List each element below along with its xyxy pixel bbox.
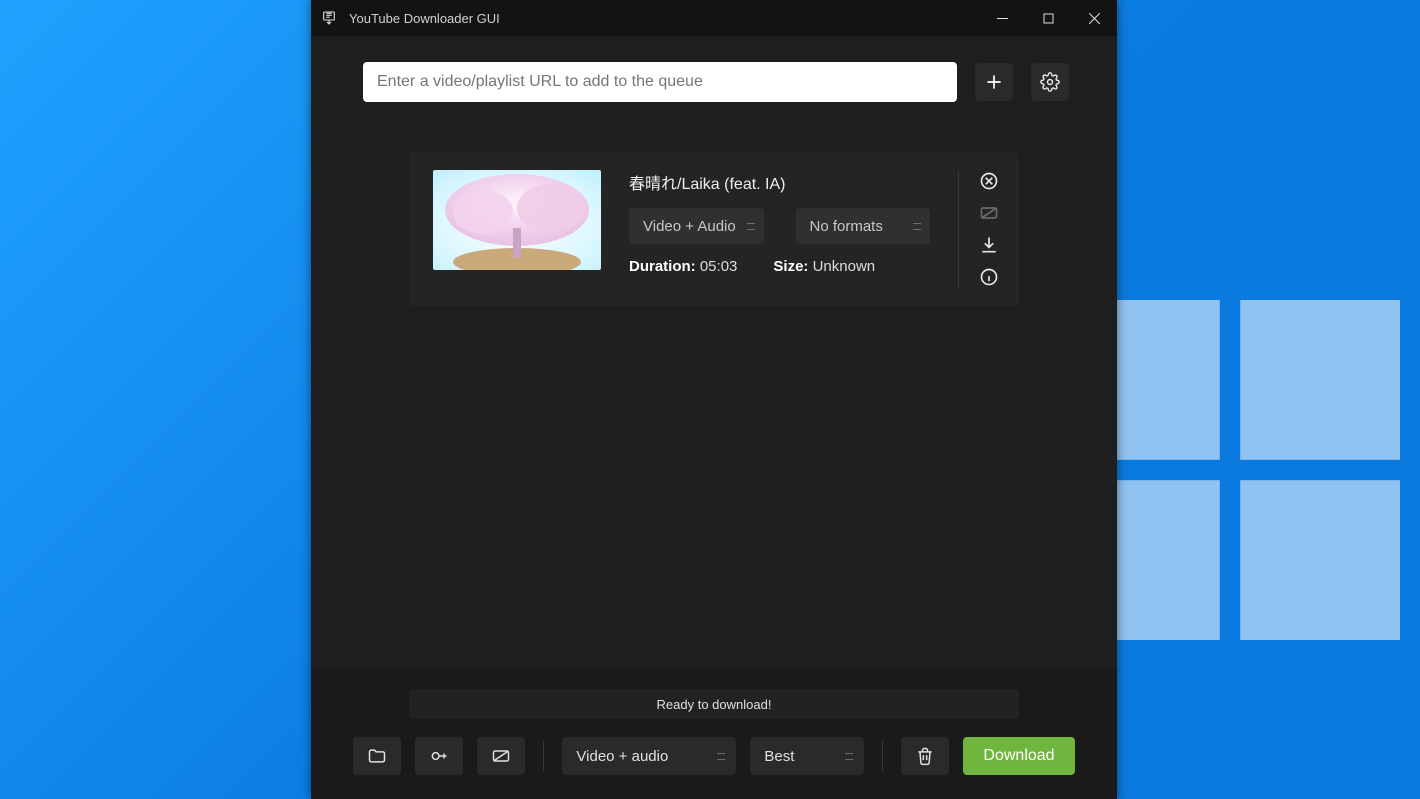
global-quality-select[interactable]: Best <box>750 737 864 775</box>
footer: Ready to download! Video + audio Best <box>311 669 1117 799</box>
size-field: Size: Unknown <box>773 258 875 275</box>
window-maximize-button[interactable] <box>1025 0 1071 36</box>
item-info-button[interactable] <box>978 266 1000 288</box>
download-queue: 春晴れ/Laika (feat. IA) Video + Audio No fo… <box>311 112 1117 669</box>
window-title: YouTube Downloader GUI <box>347 11 979 26</box>
size-value: Unknown <box>813 258 876 275</box>
window-minimize-button[interactable] <box>979 0 1025 36</box>
download-item-button[interactable] <box>978 234 1000 256</box>
settings-button[interactable] <box>1031 63 1069 101</box>
clear-queue-button[interactable] <box>901 737 949 775</box>
duration-field: Duration: 05:03 <box>629 258 737 275</box>
status-bar: Ready to download! <box>409 689 1019 719</box>
subtitles-global-button[interactable] <box>477 737 525 775</box>
queue-item-actions <box>958 170 1009 288</box>
open-folder-button[interactable] <box>353 737 401 775</box>
add-to-queue-button[interactable] <box>975 63 1013 101</box>
toolbar-separator <box>543 741 544 771</box>
app-window: YouTube Downloader GUI <box>311 0 1117 799</box>
duration-label: Duration: <box>629 258 696 275</box>
title-bar: YouTube Downloader GUI <box>311 0 1117 36</box>
queue-item: 春晴れ/Laika (feat. IA) Video + Audio No fo… <box>409 152 1019 306</box>
url-input[interactable] <box>363 62 957 102</box>
duration-value: 05:03 <box>700 258 738 275</box>
global-mode-select[interactable]: Video + audio <box>562 737 736 775</box>
app-icon <box>311 10 347 26</box>
remove-item-button[interactable] <box>978 170 1000 192</box>
item-mode-select[interactable]: Video + Audio <box>629 208 764 244</box>
video-title: 春晴れ/Laika (feat. IA) <box>629 170 930 194</box>
download-all-button[interactable]: Download <box>963 737 1074 775</box>
url-input-row <box>311 36 1117 112</box>
size-label: Size: <box>773 258 808 275</box>
queue-item-meta: 春晴れ/Laika (feat. IA) Video + Audio No fo… <box>629 170 930 288</box>
subtitles-button[interactable] <box>978 202 1000 224</box>
auth-key-button[interactable] <box>415 737 463 775</box>
video-thumbnail <box>433 170 601 270</box>
footer-toolbar: Video + audio Best Download <box>311 737 1117 775</box>
window-close-button[interactable] <box>1071 0 1117 36</box>
toolbar-separator <box>882 741 883 771</box>
item-format-select[interactable]: No formats <box>796 208 931 244</box>
